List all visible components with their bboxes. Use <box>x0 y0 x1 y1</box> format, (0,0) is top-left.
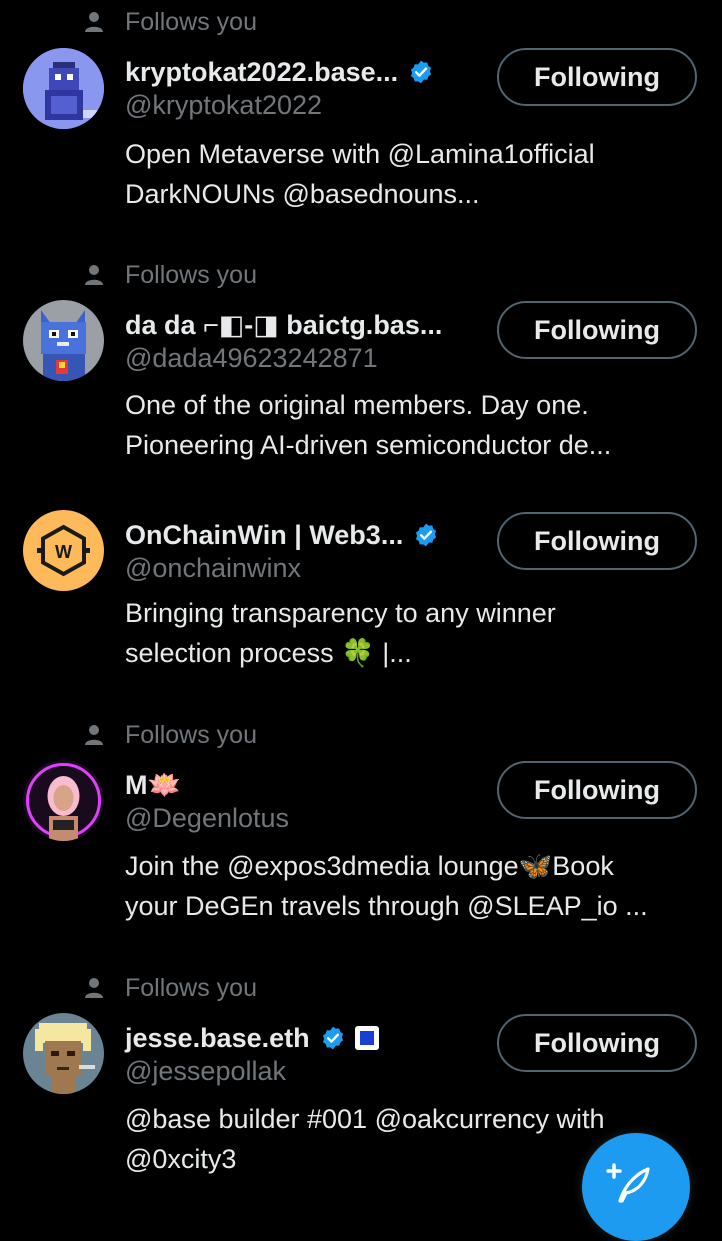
blue-square-icon <box>354 1026 379 1050</box>
user-handle: @dada49623242871 <box>125 343 378 373</box>
bio-line: DarkNOUNs @basednouns... <box>125 179 480 209</box>
following-button[interactable]: Following <box>497 301 697 359</box>
following-button[interactable]: Following <box>497 48 697 106</box>
svg-text:W: W <box>55 542 72 562</box>
display-name[interactable]: jesse.base.eth <box>125 1023 310 1054</box>
user-bio: Open Metaverse with @Lamina1official Dar… <box>125 134 705 214</box>
follows-you-label: Follows you <box>125 260 257 289</box>
following-button[interactable]: Following <box>497 761 697 819</box>
verified-badge-icon <box>416 523 437 547</box>
user-handle: @Degenlotus <box>125 803 290 833</box>
following-button[interactable]: Following <box>497 1014 697 1072</box>
bio-line: Bringing transparency to any winner <box>125 598 556 628</box>
verified-badge-icon <box>322 1026 343 1050</box>
pixel-blue-cat-avatar-icon <box>23 300 104 381</box>
person-icon <box>85 12 103 32</box>
bio-line: Join the @expos3dmedia lounge🦋Book <box>125 851 614 881</box>
person-icon <box>85 265 103 285</box>
w-hexagon-logo-avatar-icon: W <box>23 510 104 591</box>
bio-line: selection process 🍀 |... <box>125 638 412 668</box>
follows-you-row: Follows you <box>84 715 257 755</box>
avatar[interactable] <box>23 48 104 129</box>
follows-you-label: Follows you <box>125 973 257 1002</box>
user-bio: Bringing transparency to any winner sele… <box>125 593 705 673</box>
user-handle: @kryptokat2022 <box>125 90 323 120</box>
avatar[interactable] <box>23 760 104 841</box>
follows-you-row: Follows you <box>84 2 257 42</box>
pink-portrait-avatar-icon <box>23 760 104 841</box>
display-name-row[interactable]: da da ⌐◧-◨ baictg.bas... <box>125 305 442 345</box>
following-button[interactable]: Following <box>497 512 697 570</box>
user-bio: Join the @expos3dmedia lounge🦋Book your … <box>125 846 705 926</box>
user-handle: @onchainwinx <box>125 553 302 583</box>
display-name-row[interactable]: OnChainWin | Web3... <box>125 515 439 555</box>
person-icon <box>85 725 103 745</box>
bio-line: your DeGEn travels through @SLEAP_io ... <box>125 891 648 921</box>
display-name[interactable]: da da ⌐◧-◨ baictg.bas... <box>125 310 442 341</box>
display-name-row[interactable]: M🪷 <box>125 765 181 805</box>
user-bio: One of the original members. Day one. Pi… <box>125 385 705 465</box>
display-name[interactable]: kryptokat2022.base... <box>125 57 398 88</box>
follows-you-label: Follows you <box>125 720 257 749</box>
display-name-row[interactable]: jesse.base.eth <box>125 1018 380 1058</box>
cryptopunk-avatar-icon <box>23 1013 104 1094</box>
follows-you-row: Follows you <box>84 968 257 1008</box>
person-icon <box>85 978 103 998</box>
display-name-row[interactable]: kryptokat2022.base... <box>125 52 434 92</box>
follows-you-row: Follows you <box>84 255 257 295</box>
bio-line: One of the original members. Day one. <box>125 390 589 420</box>
pixel-cat-avatar-icon <box>23 48 104 129</box>
compose-post-icon <box>606 1163 650 1203</box>
display-name[interactable]: OnChainWin | Web3... <box>125 520 403 551</box>
avatar[interactable] <box>23 300 104 381</box>
bio-line: @base builder #001 @oakcurrency with <box>125 1104 605 1134</box>
bio-line: Open Metaverse with @Lamina1official <box>125 139 595 169</box>
compose-post-button[interactable] <box>582 1133 690 1241</box>
avatar[interactable]: W <box>23 510 104 591</box>
display-name[interactable]: M🪷 <box>125 769 181 801</box>
bio-line: Pioneering AI-driven semiconductor de... <box>125 430 612 460</box>
verified-badge-icon <box>411 60 432 84</box>
follows-you-label: Follows you <box>125 7 257 36</box>
avatar[interactable] <box>23 1013 104 1094</box>
user-handle: @jessepollak <box>125 1056 286 1086</box>
